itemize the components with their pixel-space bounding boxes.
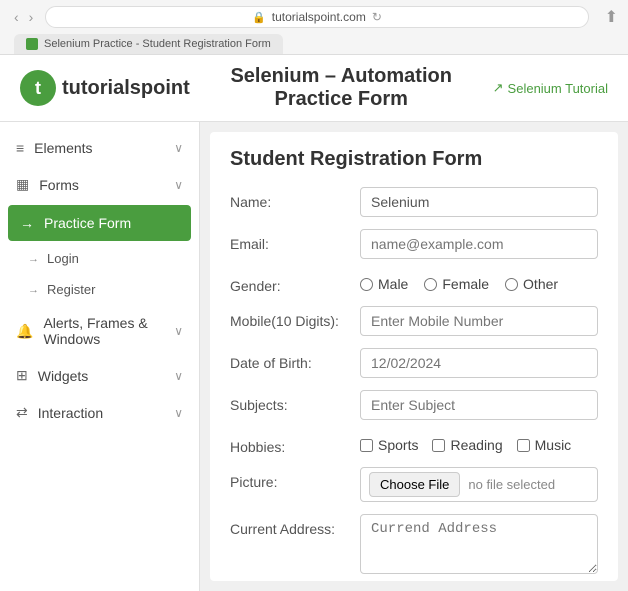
subjects-input[interactable] (360, 390, 598, 420)
choose-file-button[interactable]: Choose File (369, 472, 460, 497)
sidebar-item-interaction[interactable]: ⇄ Interaction ∨ (0, 394, 199, 431)
practice-form-icon: → (20, 215, 34, 231)
login-arrow-icon: → (28, 253, 39, 265)
selenium-tutorial-link[interactable]: ↗ Selenium Tutorial (493, 80, 608, 96)
name-input[interactable] (360, 187, 598, 217)
sidebar-label-login: Login (47, 251, 79, 266)
hobby-music[interactable]: Music (517, 437, 572, 453)
app-header: t tutorialspoint Selenium – Automation P… (0, 55, 628, 122)
form-row-hobbies: Hobbies: Sports Reading Music (230, 432, 598, 455)
gender-other-radio[interactable] (505, 278, 518, 291)
reload-button[interactable]: ↻ (372, 10, 382, 24)
gender-male[interactable]: Male (360, 276, 408, 292)
elements-icon: ≡ (16, 140, 24, 156)
form-row-email: Email: (230, 229, 598, 259)
email-input[interactable] (360, 229, 598, 259)
lock-icon: 🔒 (252, 11, 266, 24)
sidebar-item-elements[interactable]: ≡ Elements ∨ (0, 130, 199, 166)
sidebar: ≡ Elements ∨ ▦ Forms ∨ → Practice Form →… (0, 122, 200, 591)
sidebar-label-widgets: Widgets (38, 368, 89, 384)
hobbies-label: Hobbies: (230, 432, 360, 455)
sidebar-item-login[interactable]: → Login (0, 243, 199, 274)
interaction-icon: ⇄ (16, 404, 28, 421)
dob-label: Date of Birth: (230, 348, 360, 371)
mobile-label: Mobile(10 Digits): (230, 306, 360, 329)
sidebar-item-practice-form[interactable]: → Practice Form (8, 205, 191, 241)
register-arrow-icon: → (28, 284, 39, 296)
back-button[interactable]: ‹ (10, 7, 23, 27)
email-label: Email: (230, 229, 360, 252)
url-text: tutorialspoint.com (272, 10, 366, 24)
hobby-music-checkbox[interactable] (517, 439, 530, 452)
hobby-sports-checkbox[interactable] (360, 439, 373, 452)
gender-female[interactable]: Female (424, 276, 489, 292)
sidebar-label-interaction: Interaction (38, 405, 103, 421)
sidebar-item-alerts[interactable]: 🔔 Alerts, Frames & Windows ∨ (0, 305, 199, 357)
sidebar-label-practice-form: Practice Form (44, 215, 131, 231)
content-area: Student Registration Form Name: Email: G… (210, 132, 618, 581)
name-label: Name: (230, 187, 360, 210)
dob-input[interactable] (360, 348, 598, 378)
address-bar[interactable]: 🔒 tutorialspoint.com ↻ (45, 6, 588, 28)
hobby-reading-checkbox[interactable] (432, 439, 445, 452)
logo-text: tutorialspoint (62, 77, 190, 100)
chevron-widgets: ∨ (174, 369, 183, 383)
chevron-interaction: ∨ (174, 406, 183, 420)
sidebar-item-forms[interactable]: ▦ Forms ∨ (0, 166, 199, 203)
logo: t tutorialspoint (20, 70, 190, 106)
browser-tab[interactable]: Selenium Practice - Student Registration… (14, 34, 283, 54)
gender-female-radio[interactable] (424, 278, 437, 291)
sidebar-label-elements: Elements (34, 140, 92, 156)
alerts-icon: 🔔 (16, 323, 33, 340)
address-label: Current Address: (230, 514, 360, 537)
page-title: Selenium – Automation Practice Form (206, 65, 477, 111)
logo-icon: t (20, 70, 56, 106)
external-link-icon: ↗ (493, 80, 504, 96)
share-button[interactable]: ⬆ (605, 7, 618, 27)
sidebar-label-forms: Forms (39, 177, 79, 193)
gender-label: Gender: (230, 271, 360, 294)
chevron-forms: ∨ (174, 178, 183, 192)
gender-radio-group: Male Female Other (360, 271, 598, 292)
form-row-name: Name: (230, 187, 598, 217)
form-row-dob: Date of Birth: (230, 348, 598, 378)
picture-label: Picture: (230, 467, 360, 490)
sidebar-item-widgets[interactable]: ⊞ Widgets ∨ (0, 357, 199, 394)
sidebar-label-alerts: Alerts, Frames & Windows (43, 315, 174, 347)
widgets-icon: ⊞ (16, 367, 28, 384)
form-title: Student Registration Form (230, 148, 598, 171)
form-row-gender: Gender: Male Female Other (230, 271, 598, 294)
mobile-input[interactable] (360, 306, 598, 336)
sidebar-label-register: Register (47, 282, 95, 297)
hobbies-checkbox-group: Sports Reading Music (360, 432, 598, 453)
form-row-address: Current Address: (230, 514, 598, 577)
subjects-label: Subjects: (230, 390, 360, 413)
file-input-container: Choose File no file selected (360, 467, 598, 502)
form-row-mobile: Mobile(10 Digits): (230, 306, 598, 336)
tab-favicon (26, 38, 38, 50)
gender-male-radio[interactable] (360, 278, 373, 291)
sidebar-item-register[interactable]: → Register (0, 274, 199, 305)
file-no-selected-text: no file selected (468, 477, 555, 492)
form-row-picture: Picture: Choose File no file selected (230, 467, 598, 502)
form-row-subjects: Subjects: (230, 390, 598, 420)
forward-button[interactable]: › (25, 7, 38, 27)
tab-label: Selenium Practice - Student Registration… (44, 38, 271, 50)
hobby-sports[interactable]: Sports (360, 437, 418, 453)
gender-other[interactable]: Other (505, 276, 558, 292)
address-textarea[interactable] (360, 514, 598, 574)
chevron-elements: ∨ (174, 141, 183, 155)
hobby-reading[interactable]: Reading (432, 437, 502, 453)
forms-icon: ▦ (16, 176, 29, 193)
chevron-alerts: ∨ (174, 324, 183, 338)
